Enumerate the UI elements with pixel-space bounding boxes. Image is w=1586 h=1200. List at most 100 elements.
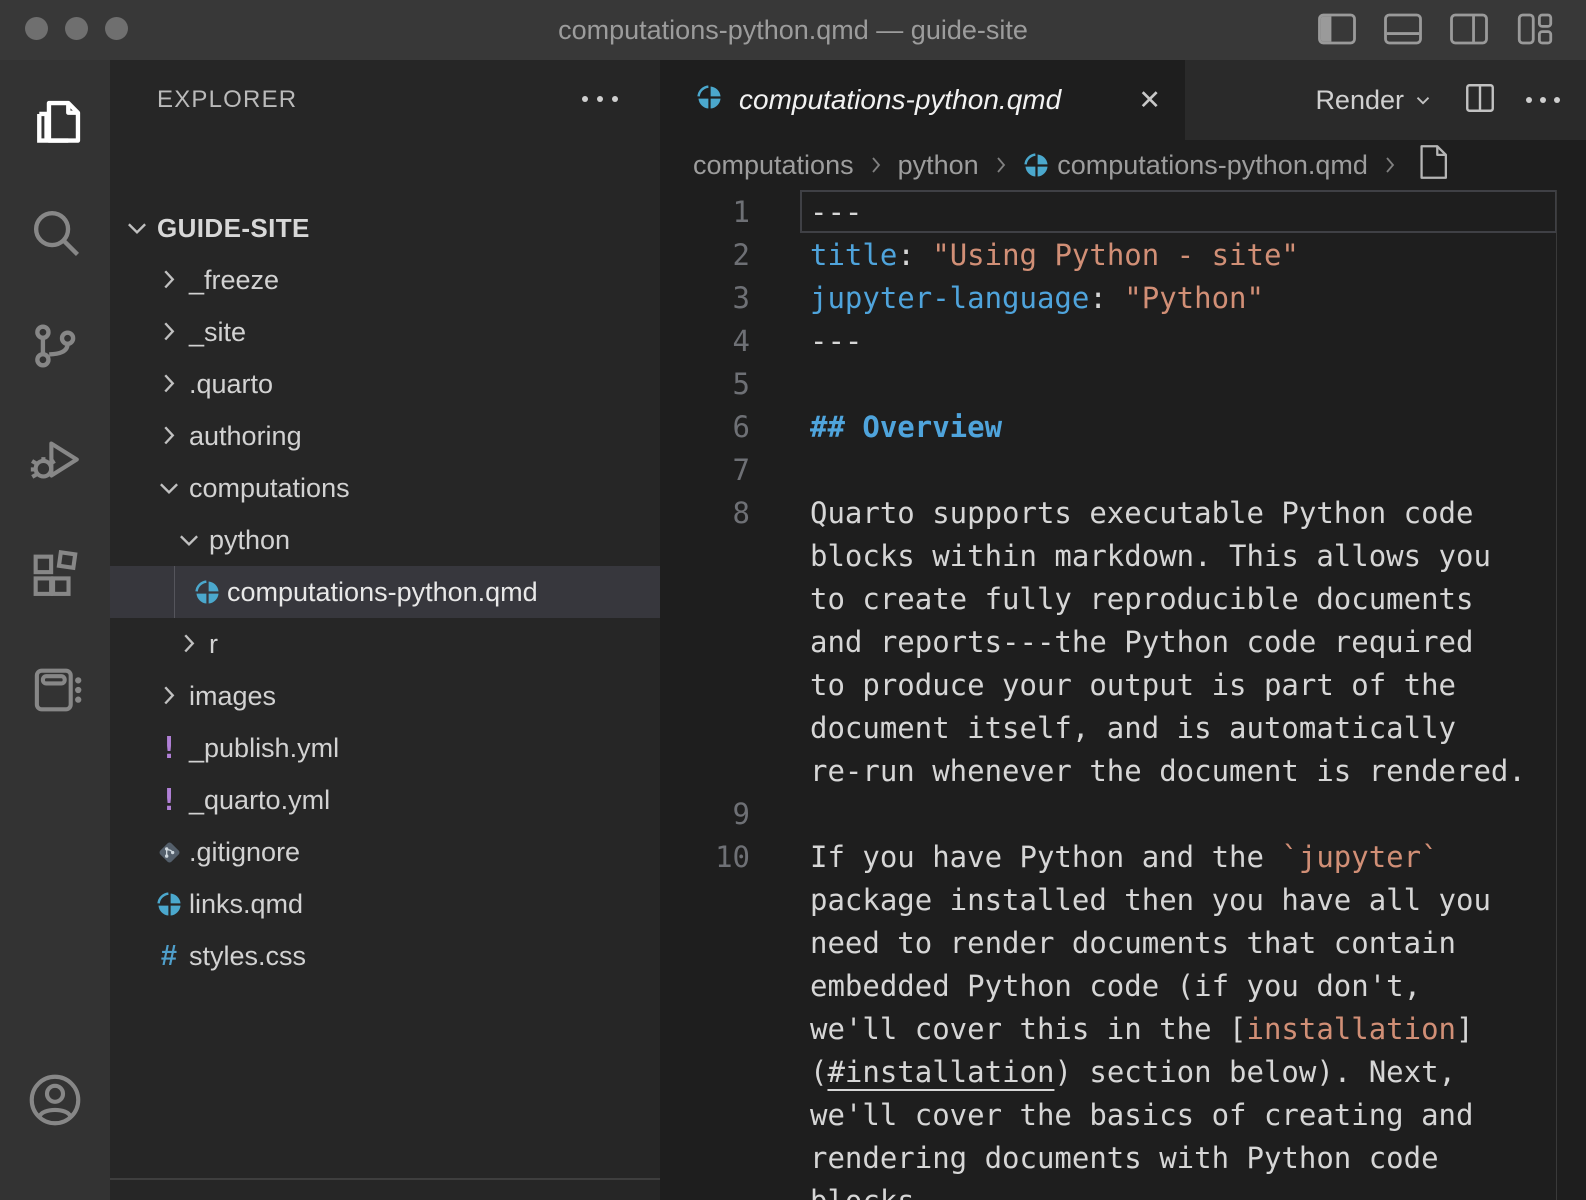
extensions-icon[interactable] [0,526,110,626]
source-control-icon[interactable] [0,296,110,396]
code-editor[interactable]: 1---2title: "Using Python - site" 3 jupyte… [660,190,1586,1200]
breadcrumb-computations[interactable]: computations [693,150,854,181]
toggle-primary-sidebar-icon[interactable] [1316,9,1358,49]
code-line-wrap[interactable]: blocks [660,1179,1586,1200]
code-text: rendering documents with Python code [810,1141,1439,1175]
code-line-wrap[interactable]: package installed then you have all you [660,878,1586,921]
code-line-10[interactable]: 10 If you have Python and the `jupyter` [660,835,1586,878]
code-text: we'll cover the basics of creating and [810,1098,1473,1132]
current-line-highlight [800,190,1557,233]
tree-item-guide-site[interactable]: GUIDE-SITE [110,202,660,254]
tree-item--quarto[interactable]: .quarto [110,358,660,410]
git-icon [156,839,183,866]
code-line-6[interactable]: 6## Overview [660,405,1586,448]
indent-guide [174,566,175,618]
tree-item-styles-css[interactable]: #styles.css [110,930,660,982]
code-line-wrap[interactable]: we'll cover the basics of creating and [660,1093,1586,1136]
explorer-header: EXPLORER [157,86,297,114]
tree-item-label: authoring [189,421,302,452]
code-text: need to render documents that contain [810,926,1456,960]
tree-item-python[interactable]: python [110,514,660,566]
code-line-9[interactable]: 9 [660,792,1586,835]
code-line-wrap[interactable]: rendering documents with Python code [660,1136,1586,1179]
breadcrumb-python[interactable]: python [898,150,979,181]
code-line-wrap[interactable]: (#installation) section below). Next, [660,1050,1586,1093]
line-number: 10 [660,840,750,874]
tab-bar: computations-python.qmd ✕ Render [660,60,1586,140]
code-line-1[interactable]: 1--- [660,190,1586,233]
breadcrumb-separator-icon [989,153,1013,177]
explorer-icon[interactable] [0,70,110,170]
customize-layout-icon[interactable] [1514,9,1556,49]
quarto-icon [194,579,221,606]
file-icon [1414,142,1452,182]
breadcrumb-file-icon [1414,142,1452,189]
split-editor-icon[interactable] [1462,80,1498,121]
tree-item-computations-python-qmd[interactable]: computations-python.qmd [110,566,660,618]
chevron-down-icon [174,525,204,555]
chevron-right-icon [174,629,204,659]
code-line-wrap[interactable]: re-run whenever the document is rendered… [660,749,1586,792]
tree-item--gitignore[interactable]: .gitignore [110,826,660,878]
tree-item-authoring[interactable]: authoring [110,410,660,462]
breadcrumb-separator-icon [1378,153,1402,177]
code-line-wrap[interactable]: blocks within markdown. This allows you [660,534,1586,577]
line-number: 3 [660,281,750,315]
code-line-wrap[interactable]: and reports---the Python code required [660,620,1586,663]
code-text: If you have Python and the `jupyter` [810,840,1439,874]
code-text: package installed then you have all you [810,883,1491,917]
code-line-wrap[interactable]: embedded Python code (if you don't, [660,964,1586,1007]
tab-label: computations-python.qmd [739,84,1061,116]
code-line-4[interactable]: 4--- [660,319,1586,362]
tree-item-computations[interactable]: computations [110,462,660,514]
activity-bar [0,60,110,1200]
tree-item-r[interactable]: r [110,618,660,670]
code-text: document itself, and is automatically [810,711,1456,745]
code-line-8[interactable]: 8Quarto supports executable Python code [660,491,1586,534]
code-line-wrap[interactable]: need to render documents that contain [660,921,1586,964]
editor-more-actions-icon[interactable] [1526,97,1560,103]
code-line-wrap[interactable]: to create fully reproducible documents [660,577,1586,620]
close-tab-icon[interactable]: ✕ [1138,85,1161,116]
tree-item-label: _quarto.yml [189,785,330,816]
code-text: blocks within markdown. This allows you [810,539,1491,573]
code-text: to produce your output is part of the [810,668,1456,702]
breadcrumb-computations-python-qmd[interactable]: computations-python.qmd [1023,150,1368,181]
toggle-panel-icon[interactable] [1382,9,1424,49]
outline-section-divider [110,1178,660,1180]
tree-item-label: images [189,681,276,712]
code-line-7[interactable]: 7 [660,448,1586,491]
code-text: jupyter-language: "Python" [810,281,1264,315]
explorer-more-actions-icon[interactable] [582,96,618,102]
code-text: we'll cover this in the [installation] [810,1012,1473,1046]
tree-item-links-qmd[interactable]: links.qmd [110,878,660,930]
render-button[interactable]: Render [1315,85,1434,116]
code-line-wrap[interactable]: document itself, and is automatically [660,706,1586,749]
tree-item--freeze[interactable]: _freeze [110,254,660,306]
notebook-icon[interactable] [0,640,110,740]
line-number: 2 [660,238,750,272]
tree-item--site[interactable]: _site [110,306,660,358]
tab-computations-python-qmd[interactable]: computations-python.qmd ✕ [660,60,1185,140]
line-number: 5 [660,367,750,401]
quarto-icon [1023,152,1050,179]
code-line-wrap[interactable]: to produce your output is part of the [660,663,1586,706]
code-line-wrap[interactable]: we'll cover this in the [installation] [660,1007,1586,1050]
code-line-2[interactable]: 2title: "Using Python - site" [660,233,1586,276]
outline-section-header[interactable]: OUTLINE [110,1186,660,1200]
tree-item--publish-yml[interactable]: !_publish.yml [110,722,660,774]
tree-item-label: _freeze [189,265,279,296]
accounts-icon[interactable] [0,1050,110,1150]
tree-item-images[interactable]: images [110,670,660,722]
toggle-secondary-sidebar-icon[interactable] [1448,9,1490,49]
code-line-5[interactable]: 5 [660,362,1586,405]
quarto-icon [156,891,183,918]
run-and-debug-icon[interactable] [0,410,110,510]
search-icon[interactable] [0,182,110,282]
tree-item-label: links.qmd [189,889,303,920]
chevron-down-icon [1412,89,1434,111]
code-line-3[interactable]: 3 jupyter-language: "Python" [660,276,1586,319]
line-number: 6 [660,410,750,444]
tree-item-label: _site [189,317,246,348]
tree-item--quarto-yml[interactable]: !_quarto.yml [110,774,660,826]
